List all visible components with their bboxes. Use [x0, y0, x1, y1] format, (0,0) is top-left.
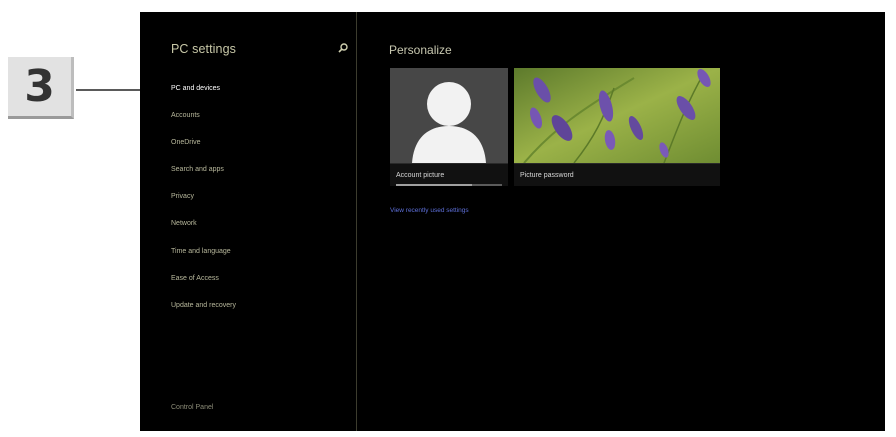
lavender-image: [514, 68, 720, 163]
account-picture-label: Account picture: [390, 163, 508, 186]
control-panel-link[interactable]: Control Panel: [171, 404, 213, 411]
sidebar-item-update-and-recovery[interactable]: Update and recovery: [171, 302, 236, 309]
main-panel: Personalize Account picture Picture pass…: [357, 12, 885, 431]
sidebar-item-onedrive[interactable]: OneDrive: [171, 139, 201, 146]
picture-password-tile[interactable]: Picture password: [514, 68, 720, 186]
sidebar-item-time-and-language[interactable]: Time and language: [171, 248, 231, 255]
account-picture-progress: [396, 184, 502, 186]
sidebar-title: PC settings: [171, 42, 237, 56]
sidebar-item-network[interactable]: Network: [171, 220, 197, 227]
pc-settings-screen: PC settings PC and devices Accounts OneD…: [140, 12, 885, 431]
sidebar: PC settings PC and devices Accounts OneD…: [140, 12, 357, 431]
sidebar-item-ease-of-access[interactable]: Ease of Access: [171, 275, 219, 282]
sidebar-item-accounts[interactable]: Accounts: [171, 112, 200, 119]
view-recent-settings-link[interactable]: View recently used settings: [390, 207, 469, 214]
account-picture-tile[interactable]: Account picture: [390, 68, 508, 186]
sidebar-item-search-and-apps[interactable]: Search and apps: [171, 166, 224, 173]
page-title: Personalize: [389, 43, 452, 57]
search-icon[interactable]: [337, 42, 349, 54]
picture-password-label: Picture password: [514, 163, 720, 186]
sidebar-item-pc-and-devices[interactable]: PC and devices: [171, 85, 220, 92]
user-silhouette-icon: [412, 82, 486, 163]
step-number-callout: 3: [8, 57, 74, 119]
account-picture-progress-fill: [396, 184, 473, 186]
sidebar-item-privacy[interactable]: Privacy: [171, 193, 194, 200]
